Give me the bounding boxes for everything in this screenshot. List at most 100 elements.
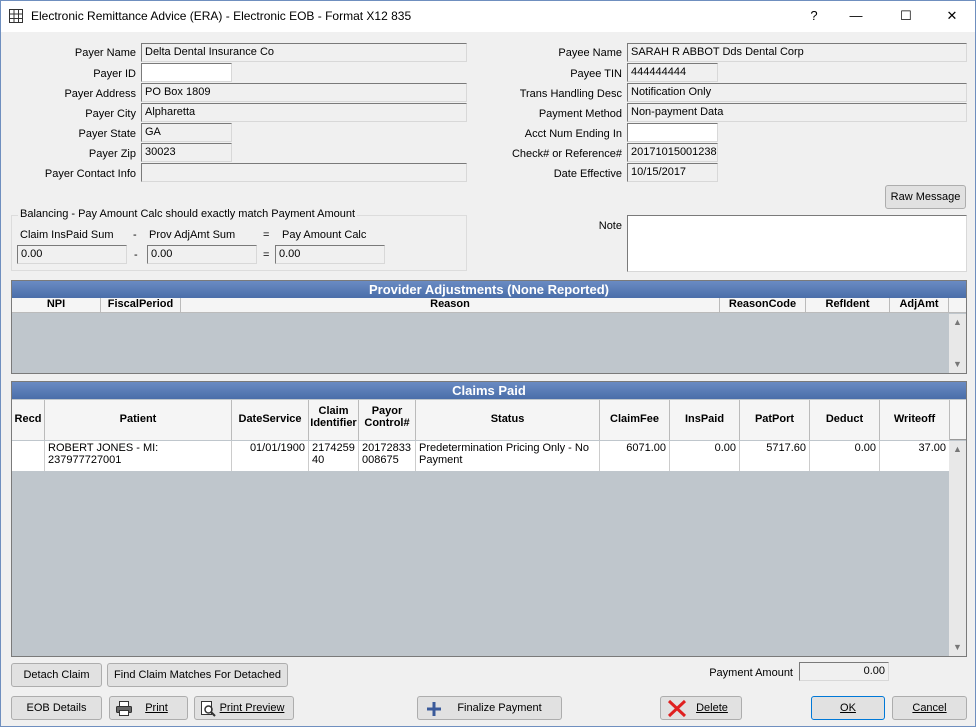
red-x-icon [667, 699, 687, 718]
balancing-title: Balancing - Pay Amount Calc should exact… [18, 208, 358, 220]
payment-amount-field[interactable]: 0.00 [799, 662, 889, 681]
close-button[interactable]: ✕ [937, 5, 967, 27]
payment-method-field[interactable]: Non-payment Data [627, 103, 967, 122]
claims-paid-grid: Claims Paid Recd Patient DateService Cla… [11, 381, 967, 657]
payer-city-label: Payer City [85, 108, 136, 120]
payer-name-label: Payer Name [74, 47, 136, 59]
scroll-down-icon[interactable]: ▼ [949, 356, 966, 373]
app-grid-icon [9, 9, 23, 23]
finalize-payment-button[interactable]: Finalize Payment [417, 696, 562, 720]
payer-address-label: Payer Address [64, 88, 136, 100]
print-preview-button[interactable]: Print Preview [194, 696, 294, 720]
trans-handling-label: Trans Handling Desc [519, 88, 622, 100]
col-claim-identifier[interactable]: Claim Identifier [309, 400, 359, 440]
payer-city-field[interactable]: Alpharetta [141, 103, 467, 122]
payee-name-label: Payee Name [558, 47, 622, 59]
col-ref-ident[interactable]: RefIdent [806, 298, 890, 312]
payee-name-field[interactable]: SARAH R ABBOT Dds Dental Corp [627, 43, 967, 62]
plus-icon [427, 702, 441, 716]
col-ins-paid[interactable]: InsPaid [670, 400, 740, 440]
equals-sign-label: = [263, 229, 270, 241]
prov-adjamt-sum-field[interactable]: 0.00 [147, 245, 257, 264]
col-writeoff[interactable]: Writeoff [880, 400, 950, 440]
payee-tin-field[interactable]: 444444444 [627, 63, 718, 82]
ok-button[interactable]: OK [811, 696, 885, 720]
cell-ins-paid: 0.00 [670, 441, 740, 471]
payer-id-field[interactable] [141, 63, 232, 82]
provider-adjustments-title: Provider Adjustments (None Reported) [12, 281, 966, 298]
delete-button[interactable]: Delete [660, 696, 742, 720]
claim-inspaid-sum-field[interactable]: 0.00 [17, 245, 127, 264]
help-button[interactable]: ? [799, 5, 829, 27]
col-recd[interactable]: Recd [12, 400, 45, 440]
payer-id-label: Payer ID [93, 68, 136, 80]
check-ref-label: Check# or Reference# [511, 148, 622, 160]
payment-method-label: Payment Method [538, 108, 622, 120]
payer-zip-field[interactable]: 30023 [141, 143, 232, 162]
claims-paid-header: Recd Patient DateService Claim Identifie… [12, 400, 966, 440]
col-pat-port[interactable]: PatPort [740, 400, 810, 440]
trans-handling-field[interactable]: Notification Only [627, 83, 967, 102]
cell-pat-port: 5717.60 [740, 441, 810, 471]
col-npi[interactable]: NPI [12, 298, 101, 312]
claims-paid-scrollbar[interactable]: ▲ ▼ [949, 441, 966, 656]
print-label: Print [145, 702, 168, 714]
detach-claim-button[interactable]: Detach Claim [11, 663, 102, 687]
col-patient[interactable]: Patient [45, 400, 232, 440]
scroll-up-icon[interactable]: ▲ [949, 441, 966, 458]
cell-writeoff: 37.00 [880, 441, 950, 471]
cancel-label: Cancel [912, 702, 947, 714]
col-adj-amt[interactable]: AdjAmt [890, 298, 949, 312]
col-fiscal-period[interactable]: FiscalPeriod [101, 298, 181, 312]
date-effective-label: Date Effective [553, 168, 622, 180]
payee-tin-label: Payee TIN [570, 68, 622, 80]
note-field[interactable] [627, 215, 967, 272]
maximize-button[interactable]: ☐ [891, 5, 921, 27]
acct-num-field[interactable] [627, 123, 718, 142]
col-reason[interactable]: Reason [181, 298, 720, 312]
payer-address-field[interactable]: PO Box 1809 [141, 83, 467, 102]
provider-adjustments-scrollbar[interactable]: ▲ ▼ [949, 314, 966, 373]
check-ref-field[interactable]: 20171015001238 [627, 143, 718, 162]
scroll-up-icon[interactable]: ▲ [949, 314, 966, 331]
title-bar: Electronic Remittance Advice (ERA) - Ele… [1, 1, 975, 32]
claims-paid-title: Claims Paid [12, 382, 966, 399]
ok-label: OK [840, 702, 856, 714]
col-status[interactable]: Status [416, 400, 600, 440]
provider-adjustments-grid: Provider Adjustments (None Reported) NPI… [11, 280, 967, 374]
date-effective-field[interactable]: 10/15/2017 [627, 163, 718, 182]
payer-state-field[interactable]: GA [141, 123, 232, 142]
payment-amount-label: Payment Amount [709, 667, 793, 679]
payer-contact-field[interactable] [141, 163, 467, 182]
raw-message-button[interactable]: Raw Message [885, 185, 966, 209]
col-claim-fee[interactable]: ClaimFee [600, 400, 670, 440]
minimize-button[interactable]: — [841, 5, 871, 27]
delete-label: Delete [696, 702, 728, 714]
printer-icon [116, 701, 132, 716]
era-window: Electronic Remittance Advice (ERA) - Ele… [0, 0, 976, 727]
payer-state-label: Payer State [78, 128, 136, 140]
finalize-payment-label: Finalize Payment [457, 702, 542, 714]
cell-deduct: 0.00 [810, 441, 880, 471]
print-button[interactable]: Print [109, 696, 188, 720]
payer-name-field[interactable]: Delta Dental Insurance Co [141, 43, 467, 62]
eob-details-button[interactable]: EOB Details [11, 696, 102, 720]
cell-status: Predetermination Pricing Only - No Payme… [416, 441, 600, 471]
payer-zip-label: Payer Zip [88, 148, 136, 160]
table-row[interactable]: ROBERT JONES - MI: 237977727001 01/01/19… [12, 441, 950, 471]
find-claim-matches-button[interactable]: Find Claim Matches For Detached [107, 663, 288, 687]
window-title: Electronic Remittance Advice (ERA) - Ele… [31, 9, 412, 23]
col-reason-code[interactable]: ReasonCode [720, 298, 806, 312]
note-label: Note [598, 220, 622, 232]
pay-amount-calc-field[interactable]: 0.00 [275, 245, 385, 264]
cell-patient: ROBERT JONES - MI: 237977727001 [45, 441, 232, 471]
col-deduct[interactable]: Deduct [810, 400, 880, 440]
col-date-service[interactable]: DateService [232, 400, 309, 440]
prov-adjamt-sum-label: Prov AdjAmt Sum [149, 229, 236, 241]
print-preview-label: Print Preview [219, 702, 285, 714]
col-payor-control[interactable]: Payor Control# [359, 400, 416, 440]
pay-amount-calc-label: Pay Amount Calc [282, 229, 367, 241]
cell-date-service: 01/01/1900 [232, 441, 309, 471]
scroll-down-icon[interactable]: ▼ [949, 639, 966, 656]
cancel-button[interactable]: Cancel [892, 696, 967, 720]
